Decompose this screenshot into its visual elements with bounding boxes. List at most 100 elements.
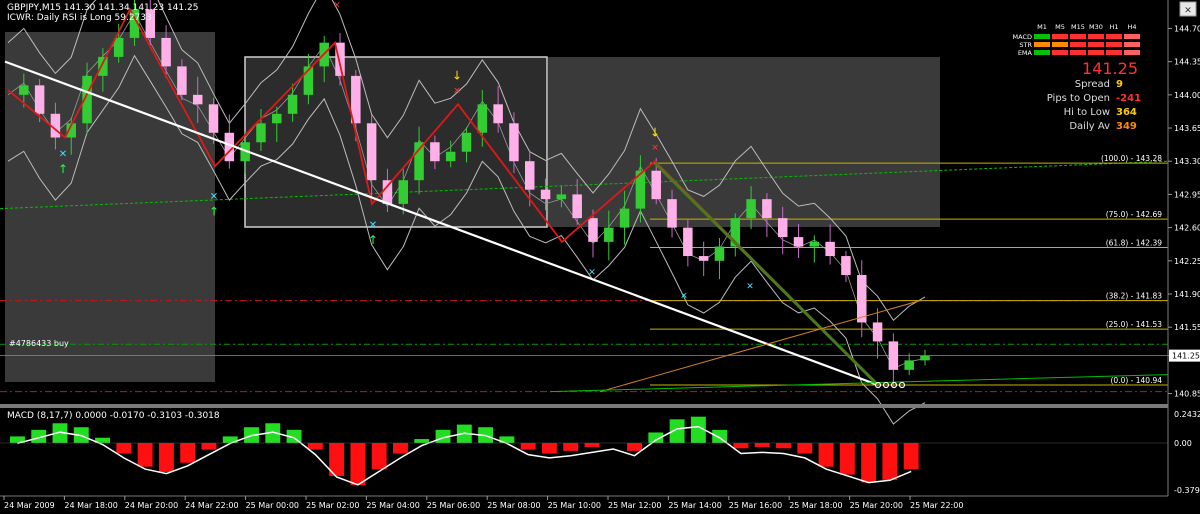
candle-body [430,142,440,162]
candle-body [540,189,551,200]
macd-label: MACD (8,17,7) 0.0000 -0.0170 -0.3103 -0.… [7,411,220,421]
macd-histogram-bar [903,443,919,470]
candle-body [825,241,835,257]
down-arrow-icon: ↓ [452,69,462,83]
x-tick-label: 25 Mar 16:00 [729,501,782,510]
y-tick-label: 142.25 [1174,257,1200,266]
stat-value: -241 [1116,93,1141,104]
signal-cell [1124,50,1140,55]
candle-body [572,194,582,219]
candle-body [651,170,661,200]
candle-body [698,256,709,261]
shaded-region-right [548,57,940,227]
x-tick-label: 24 Mar 20:00 [125,501,178,510]
macd-histogram-bar [201,443,217,450]
macd-histogram-bar [733,443,749,449]
timeframe-label: H1 [1109,23,1118,31]
candle-body [793,237,804,247]
x-tick-label: 25 Mar 04:00 [366,501,419,510]
x-tick-label: 25 Mar 18:00 [789,501,842,510]
x-tick-label: 25 Mar 22:00 [910,501,963,510]
candle-body [588,218,598,242]
macd-histogram-bar [584,443,600,447]
macd-histogram-bar [563,443,579,451]
candle-body [366,123,377,181]
up-arrow-icon: ↑ [368,233,378,247]
candle-body [524,161,535,190]
candle-body [477,104,488,133]
macd-y-tick-label: 0.00 [1174,439,1192,448]
signal-cell [1052,34,1068,39]
cyan-cross-marker: ✕ [210,192,218,203]
macd-histogram-bar [158,443,174,472]
macd-y-tick-label: -0.3796 [1174,486,1200,495]
candle-body [509,123,519,162]
candle-body [287,94,298,114]
signal-cell [1124,34,1140,39]
y-tick-label: 144.00 [1174,91,1200,100]
candle-body [192,94,203,105]
stat-label: Pips to Open [1047,93,1110,104]
candle-body [841,256,851,276]
signal-cell [1088,50,1104,55]
macd-histogram-bar [839,443,855,475]
candle-body [809,241,820,247]
candle-body [904,360,914,370]
signal-cell [1124,42,1140,47]
signal-cell [1088,42,1104,47]
candle-body [461,132,472,152]
y-tick-label: 142.60 [1174,224,1200,233]
close-icon[interactable]: ✕ [1179,1,1197,17]
x-tick-label: 25 Mar 08:00 [487,501,540,510]
candle-body [888,341,899,370]
fib-level-label: (0.0) - 140.94 [1111,376,1163,385]
x-tick-label: 25 Mar 12:00 [608,501,661,510]
candle-body [208,104,219,133]
signal-cell [1088,34,1104,39]
macd-histogram-bar [137,443,153,467]
selection-box[interactable] [244,56,548,228]
x-tick-label: 25 Mar 02:00 [306,501,359,510]
candle-body [98,56,108,76]
stat-label: Hi to Low [1064,107,1110,118]
candle-body [604,227,614,242]
candle-body [493,104,503,124]
timeframe-label: M15 [1071,23,1085,31]
signal-cell [1070,34,1086,39]
macd-histogram-bar [818,443,834,467]
signal-cell [1106,42,1122,47]
candle-body [777,218,788,238]
candle-body [19,85,29,95]
candle-body [714,246,725,261]
stat-value: 9 [1116,79,1123,90]
candle-body [113,37,124,57]
current-price-label: 141.25 [1172,352,1200,361]
red-cross-marker: ✕ [651,143,659,153]
signal-cell [1034,42,1050,47]
macd-y-tick-label: 0.2432 [1174,410,1200,419]
y-tick-label: 141.55 [1174,323,1200,332]
signal-cell [1034,34,1050,39]
timeframe-label: M1 [1037,23,1047,31]
candle-body [683,227,693,257]
candle-body [382,180,393,204]
macd-histogram-bar [541,443,557,454]
macd-histogram-bar [307,443,323,450]
y-tick-label: 142.95 [1174,190,1200,199]
up-arrow-icon: ↑ [209,205,219,219]
x-tick-label: 24 Mar 18:00 [64,501,117,510]
stat-value: 364 [1116,107,1137,118]
x-tick-label: 25 Mar 14:00 [668,501,721,510]
x-tick-label: 25 Mar 00:00 [246,501,299,510]
pane-separator [0,404,1168,408]
candle-body [746,199,756,219]
timeframe-label: H4 [1127,23,1136,31]
candle-body [177,66,187,95]
symbol-line: GBPJPY,M15 141.30 141.34 141.23 141.25 [7,3,198,13]
timeframe-label: M30 [1089,23,1103,31]
macd-histogram-bar [520,443,536,450]
stat-label: Spread [1075,79,1110,90]
signal-row-label: STR [1019,41,1032,49]
price-chart[interactable]: (100.0) - 143.28 (75.0) - 142.69 (61.8) - … [0,0,1200,514]
macd-histogram-bar [180,443,196,463]
